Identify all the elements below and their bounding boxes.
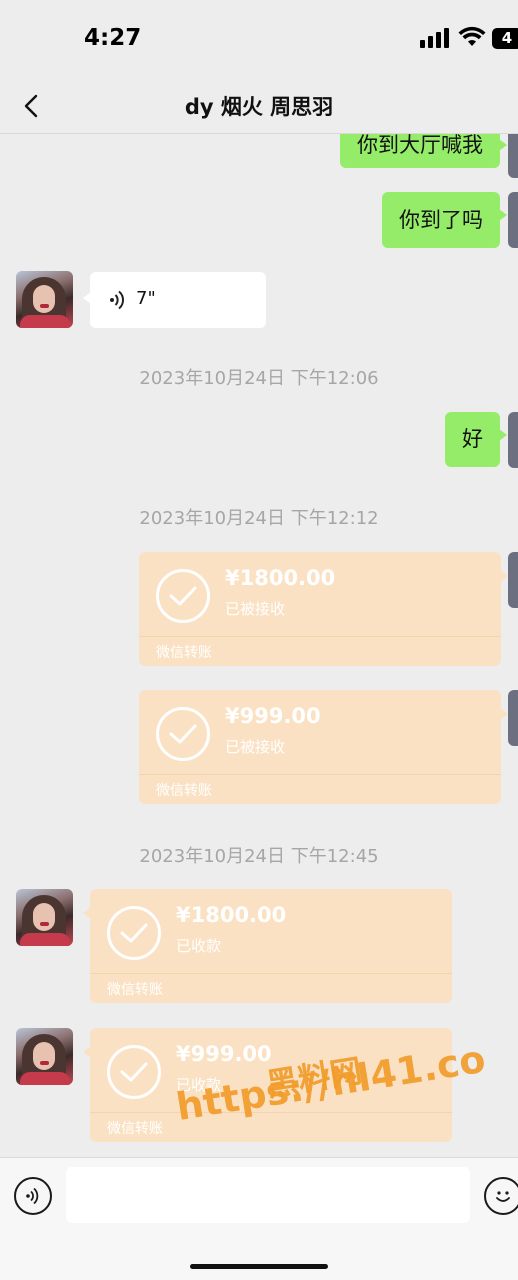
avatar-self[interactable] — [508, 412, 518, 468]
message-sent[interactable]: 好 — [445, 412, 507, 467]
transfer-amount: ¥999.00 — [225, 704, 321, 728]
transfer-amount: ¥1800.00 — [225, 566, 336, 590]
avatar[interactable] — [16, 889, 73, 946]
divider — [90, 973, 452, 974]
transfer-status: 已被接收 — [225, 600, 286, 618]
avatar[interactable] — [16, 271, 73, 328]
wifi-icon — [458, 26, 486, 46]
signal-icon — [420, 28, 450, 48]
timestamp: 2023年10月24日 下午12:06 — [139, 368, 379, 389]
message-sent[interactable]: 你到大厅喊我 — [340, 134, 507, 168]
chat-title: dy 烟火 周思羽 — [184, 95, 334, 119]
timestamp: 2023年10月24日 下午12:45 — [139, 846, 379, 867]
transfer-status: 已收款 — [176, 937, 222, 955]
transfer-source: 微信转账 — [107, 1121, 163, 1137]
message-text: 好 — [462, 427, 483, 451]
check-icon — [156, 707, 210, 761]
avatar-self[interactable] — [508, 690, 518, 746]
transfer-amount: ¥999.00 — [176, 1042, 272, 1066]
transfer-card[interactable]: ¥999.00 已被接收 微信转账 — [139, 690, 508, 804]
message-input[interactable] — [66, 1167, 470, 1223]
message-list[interactable]: 你到大厅喊我 你到了吗 7" 2023年10月24日 下午12:06 好 202… — [0, 134, 518, 1157]
avatar-self[interactable] — [508, 192, 518, 248]
transfer-source: 微信转账 — [107, 982, 163, 998]
transfer-status: 已被接收 — [225, 738, 286, 756]
message-text: 你到大厅喊我 — [357, 134, 483, 157]
transfer-card[interactable]: ¥1800.00 已收款 微信转账 — [83, 889, 452, 1003]
check-icon — [107, 1045, 161, 1099]
home-indicator[interactable] — [190, 1264, 328, 1269]
voice-message[interactable]: 7" — [83, 272, 266, 328]
check-icon — [156, 569, 210, 623]
input-bar — [0, 1157, 518, 1280]
status-bar: 4:27 4 — [0, 0, 518, 78]
check-icon — [107, 906, 161, 960]
avatar[interactable] — [16, 1028, 73, 1085]
voice-icon[interactable] — [14, 1177, 52, 1215]
voice-duration: 7" — [136, 288, 156, 309]
transfer-source: 微信转账 — [156, 783, 212, 799]
divider — [139, 636, 501, 637]
status-time: 4:27 — [84, 25, 142, 51]
transfer-card[interactable]: ¥1800.00 已被接收 微信转账 — [139, 552, 508, 666]
voice-wave-icon — [110, 290, 125, 310]
battery-icon: 4 — [492, 28, 518, 49]
emoji-icon[interactable] — [484, 1177, 518, 1215]
transfer-source: 微信转账 — [156, 645, 212, 661]
avatar-self[interactable] — [508, 134, 518, 178]
message-text: 你到了吗 — [399, 208, 483, 232]
avatar-self[interactable] — [508, 552, 518, 608]
divider — [139, 774, 501, 775]
transfer-amount: ¥1800.00 — [176, 903, 287, 927]
timestamp: 2023年10月24日 下午12:12 — [139, 508, 379, 529]
nav-bar: dy 烟火 周思羽 — [0, 78, 518, 134]
message-sent[interactable]: 你到了吗 — [382, 192, 507, 248]
